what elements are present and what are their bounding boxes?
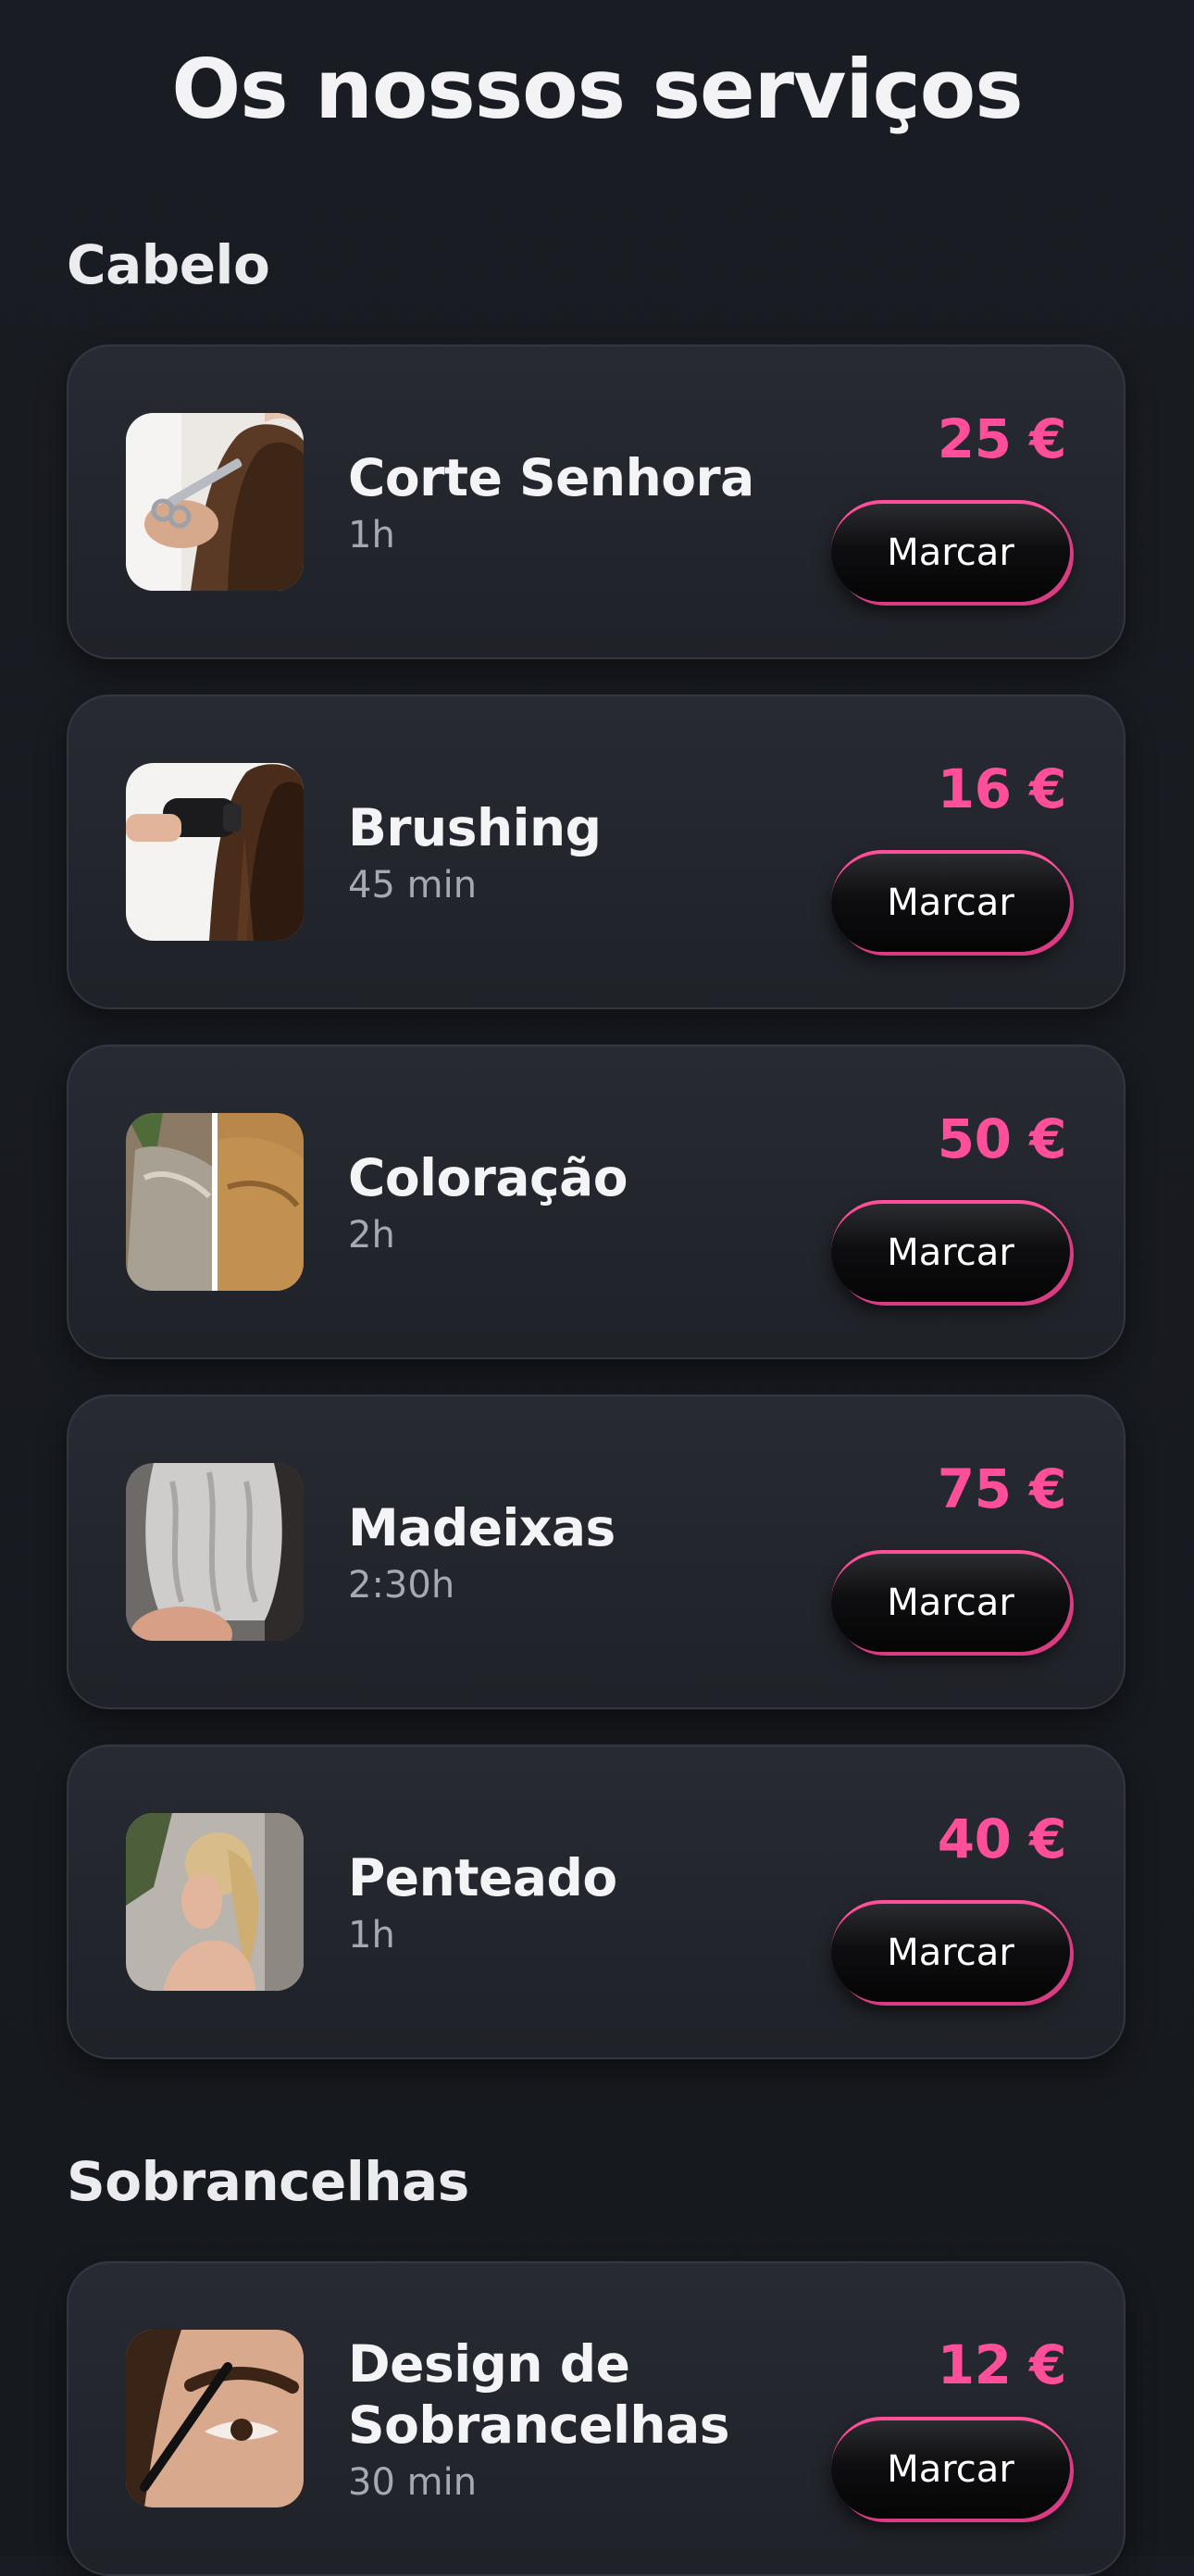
book-button-design-sobrancelhas[interactable]: Marcar <box>831 2417 1070 2519</box>
blow-dry-photo <box>126 763 304 941</box>
service-card-penteado: Penteado 1h 40 € Marcar <box>67 1744 1126 2059</box>
service-price: 50 € <box>937 1107 1067 1170</box>
book-button-coloracao[interactable]: Marcar <box>831 1200 1070 1302</box>
haircut-photo <box>126 413 304 591</box>
highlights-photo <box>126 1463 304 1641</box>
hair-color-before-after-photo <box>126 1113 304 1291</box>
service-card-coloracao: Coloração 2h 50 € Marcar <box>67 1044 1126 1359</box>
book-button-madeixas[interactable]: Marcar <box>831 1550 1070 1652</box>
service-duration: 2:30h <box>348 1564 455 1607</box>
service-price: 75 € <box>937 1457 1067 1520</box>
service-duration: 45 min <box>348 864 478 907</box>
service-duration: 1h <box>348 514 395 556</box>
service-name: Coloração <box>348 1148 628 1207</box>
service-duration: 2h <box>348 1214 395 1257</box>
book-button-brushing[interactable]: Marcar <box>831 850 1070 952</box>
service-card-corte-senhora: Corte Senhora 1h 25 € Marcar <box>67 344 1126 659</box>
service-card-brushing: Brushing 45 min 16 € Marcar <box>67 694 1126 1009</box>
service-name: Design de Sobrancelhas <box>348 2334 729 2455</box>
service-card-design-sobrancelhas: Design de Sobrancelhas 30 min 12 € Marca… <box>67 2261 1126 2576</box>
service-price: 12 € <box>937 2333 1067 2396</box>
service-name: Corte Senhora <box>348 448 754 507</box>
service-duration: 1h <box>348 1914 395 1957</box>
service-name: Penteado <box>348 1848 617 1907</box>
updo-hairstyle-photo <box>126 1813 304 1991</box>
service-price: 25 € <box>937 407 1067 470</box>
book-button-corte-senhora[interactable]: Marcar <box>831 500 1070 602</box>
service-price: 16 € <box>937 757 1067 820</box>
service-card-madeixas: Madeixas 2:30h 75 € Marcar <box>67 1394 1126 1709</box>
service-price: 40 € <box>937 1807 1067 1870</box>
service-name: Brushing <box>348 798 602 857</box>
service-name: Madeixas <box>348 1498 616 1557</box>
book-button-penteado[interactable]: Marcar <box>831 1900 1070 2002</box>
service-duration: 30 min <box>348 2461 478 2504</box>
eyebrow-design-photo <box>126 2330 304 2507</box>
section-title-cabelo: Cabelo <box>67 233 270 296</box>
page-title: Os nossos serviços <box>171 42 1023 137</box>
section-title-sobrancelhas: Sobrancelhas <box>67 2150 469 2213</box>
